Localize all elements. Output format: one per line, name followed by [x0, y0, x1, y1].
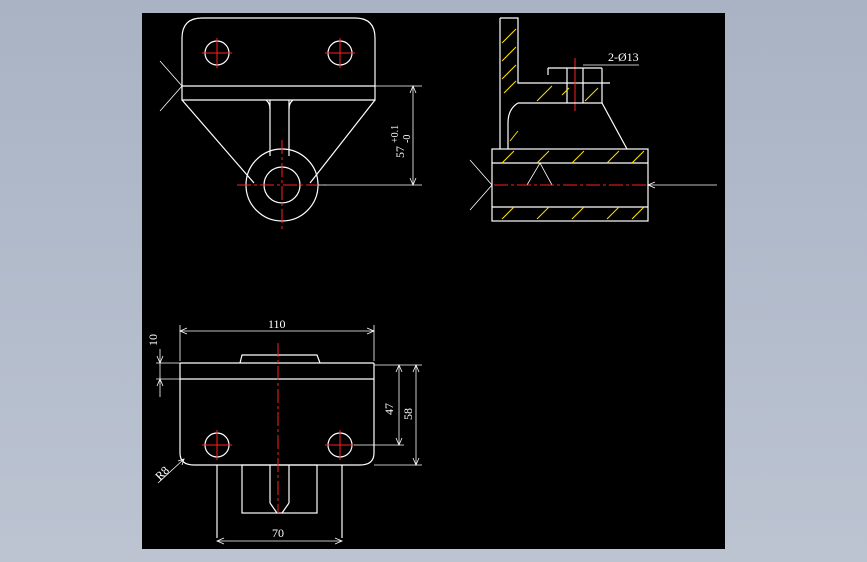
dim-57: 57	[393, 146, 407, 158]
front-web-left	[181, 99, 255, 184]
dim-47: 47	[382, 403, 396, 415]
top-slot	[241, 464, 318, 514]
front-view: 57 +0.1 -0	[159, 17, 422, 230]
dim-r8: R8	[152, 463, 172, 483]
front-web-right	[309, 99, 376, 184]
dim-10: 10	[146, 334, 160, 346]
side-plate	[500, 17, 610, 84]
dim-2-phi13: 2-Ø13	[608, 50, 639, 64]
dim-57-tol-lower: -0	[402, 135, 413, 143]
dim-57-tol-upper: +0.1	[390, 125, 401, 143]
front-top-plate	[181, 17, 376, 101]
dim-110: 110	[268, 317, 286, 331]
drawing-sheet: 57 +0.1 -0 2-Ø13 110 10 47 58 R8 70	[142, 13, 725, 549]
dim-70: 70	[272, 526, 284, 540]
top-plate	[179, 363, 375, 466]
cad-drawing: 57 +0.1 -0 2-Ø13 110 10 47 58 R8 70	[146, 17, 717, 545]
dim-58: 58	[401, 408, 415, 420]
top-view: 110 10 47 58 R8 70	[146, 317, 422, 545]
side-view: 2-Ø13	[469, 17, 717, 222]
